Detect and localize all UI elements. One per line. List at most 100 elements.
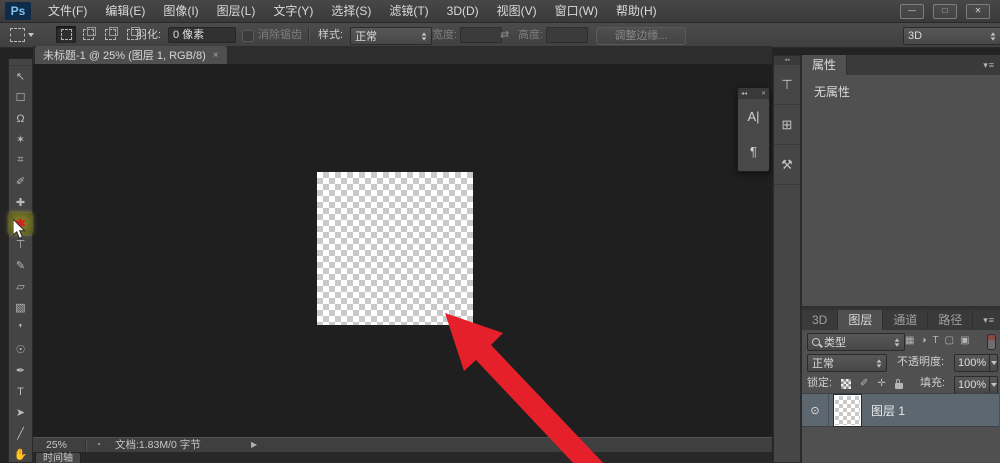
- height-input[interactable]: [546, 27, 588, 43]
- zoom-level[interactable]: 25%: [46, 438, 67, 452]
- layer-thumbnail[interactable]: [835, 395, 860, 425]
- transparent-canvas[interactable]: [317, 172, 473, 325]
- menu-image[interactable]: 图像(I): [154, 0, 207, 22]
- dropdown-icon[interactable]: [989, 377, 997, 393]
- dropdown-icon[interactable]: [989, 355, 997, 371]
- paragraph-panel-icon[interactable]: ¶: [738, 134, 769, 169]
- lasso-tool[interactable]: Ω: [9, 108, 32, 129]
- layer-filter-toggle[interactable]: [987, 334, 996, 350]
- maximize-button[interactable]: □: [933, 4, 957, 19]
- type-tool[interactable]: T: [9, 381, 32, 402]
- path-selection-tool[interactable]: ➤: [9, 402, 32, 423]
- history-brush-tool[interactable]: ✎: [9, 255, 32, 276]
- feather-input[interactable]: 0 像素: [168, 27, 236, 43]
- layer-visibility-eye-icon[interactable]: ⊙: [802, 394, 829, 426]
- style-select[interactable]: 正常: [350, 27, 432, 45]
- subtract-selection-icon: [104, 29, 116, 40]
- menu-filter[interactable]: 滤镜(T): [380, 0, 437, 22]
- menu-select[interactable]: 选择(S): [322, 0, 380, 22]
- clone-source-panel-icon[interactable]: ⊤: [774, 65, 800, 105]
- magic-wand-tool[interactable]: ✶: [9, 129, 32, 150]
- filter-pixel-layers-icon[interactable]: ▦: [905, 335, 914, 346]
- eyedropper-tool[interactable]: ✐: [9, 171, 32, 192]
- filter-adjustment-layers-icon[interactable]: ◑: [920, 335, 926, 346]
- hand-tool[interactable]: ✋: [9, 444, 32, 463]
- crop-tool[interactable]: ⌗: [9, 150, 32, 171]
- tab-channels[interactable]: 通道: [883, 310, 929, 330]
- tools-panel: ↖ ☐ Ω ✶ ⌗ ✐ ✚ ✱ ⊤ ✎ ▱ ▧ ❜ ☉ ✒ T ➤ ╱ ✋: [8, 58, 33, 463]
- collapse-panels-icon[interactable]: ◂◂: [741, 90, 747, 97]
- floating-type-panel-dock: ◂◂ ✕ A| ¶: [737, 87, 770, 172]
- dodge-icon: ☉: [15, 344, 26, 356]
- layers-panel-menu-icon[interactable]: ▾≡: [983, 310, 995, 330]
- menu-help[interactable]: 帮助(H): [607, 0, 666, 22]
- lock-pixels-icon[interactable]: ✐: [860, 378, 868, 389]
- dodge-tool[interactable]: ☉: [9, 339, 32, 360]
- pen-icon: ✒: [15, 365, 26, 377]
- width-input[interactable]: [460, 27, 502, 43]
- properties-panel-menu-icon[interactable]: ▾≡: [983, 55, 995, 75]
- blur-tool[interactable]: ❜: [9, 318, 32, 339]
- toolbar-grip[interactable]: [9, 59, 32, 66]
- filter-smart-objects-icon[interactable]: ▣: [960, 335, 969, 346]
- swap-dimensions-icon[interactable]: ⇄: [500, 23, 509, 47]
- brush-presets-panel-icon[interactable]: ⊞: [774, 105, 800, 145]
- tool-preset-dropdown-icon[interactable]: [28, 33, 34, 37]
- fill-select[interactable]: 100%: [954, 376, 998, 394]
- add-selection-icon: [82, 29, 94, 40]
- minimize-button[interactable]: —: [900, 4, 924, 19]
- menu-layer[interactable]: 图层(L): [208, 0, 265, 22]
- expand-dock-icon[interactable]: ◂◂: [774, 56, 800, 65]
- lock-transparency-icon[interactable]: [841, 378, 851, 389]
- status-expand-icon[interactable]: ▶: [251, 438, 257, 452]
- tab-properties[interactable]: 属性: [802, 55, 848, 75]
- timeline-tab[interactable]: 时间轴: [35, 452, 81, 463]
- opacity-select[interactable]: 100%: [954, 354, 998, 372]
- close-panel-icon[interactable]: ✕: [761, 90, 766, 97]
- width-label: 宽度:: [432, 29, 458, 41]
- layer-name[interactable]: 图层 1: [871, 402, 905, 419]
- document-tab[interactable]: 未标题-1 @ 25% (图层 1, RGB/8) ×: [35, 46, 227, 64]
- eraser-tool[interactable]: ▱: [9, 276, 32, 297]
- add-selection-button[interactable]: [78, 26, 98, 43]
- menu-file[interactable]: 文件(F): [39, 0, 96, 22]
- tab-close-icon[interactable]: ×: [213, 50, 219, 61]
- subtract-selection-button[interactable]: [100, 26, 120, 43]
- status-divider: [85, 439, 87, 451]
- line-tool[interactable]: ╱: [9, 423, 32, 444]
- character-panel-icon[interactable]: A|: [738, 99, 769, 134]
- workspace-value: 3D: [908, 30, 923, 42]
- lock-all-icon[interactable]: [894, 378, 903, 389]
- move-tool[interactable]: ↖: [9, 66, 32, 87]
- menu-edit[interactable]: 编辑(E): [96, 0, 154, 22]
- tab-layers[interactable]: 图层: [838, 310, 884, 330]
- menu-3d[interactable]: 3D(D): [438, 0, 488, 22]
- style-value: 正常: [355, 31, 377, 43]
- filter-shape-layers-icon[interactable]: ▢: [945, 335, 954, 346]
- filter-type-layers-icon[interactable]: T: [933, 335, 939, 346]
- spot-healing-brush-tool[interactable]: ✚: [9, 192, 32, 213]
- document-tab-bar: 未标题-1 @ 25% (图层 1, RGB/8) ×: [33, 46, 772, 64]
- menu-type[interactable]: 文字(Y): [264, 0, 322, 22]
- rectangular-marquee-tool[interactable]: ☐: [9, 87, 32, 108]
- lock-position-icon[interactable]: ✛: [877, 378, 885, 389]
- tab-3d[interactable]: 3D: [802, 310, 839, 330]
- combo-arrows-icon: [894, 337, 900, 347]
- eyedropper-icon: ✐: [15, 176, 26, 188]
- close-button[interactable]: ✕: [966, 4, 990, 19]
- layer-row-selected[interactable]: ⊙ 图层 1: [802, 393, 999, 427]
- gradient-tool[interactable]: ▧: [9, 297, 32, 318]
- pen-tool[interactable]: ✒: [9, 360, 32, 381]
- refine-edge-button[interactable]: 调整边缘...: [596, 27, 686, 45]
- antialias-checkbox[interactable]: [242, 30, 254, 42]
- menu-window[interactable]: 窗口(W): [546, 0, 607, 22]
- new-selection-button[interactable]: [56, 26, 76, 43]
- tool-preset-picker[interactable]: [10, 28, 25, 42]
- workspace-select[interactable]: 3D: [903, 27, 1000, 45]
- tool-presets-panel-icon[interactable]: ⚒: [774, 145, 800, 185]
- tab-paths[interactable]: 路径: [928, 310, 974, 330]
- blend-mode-select[interactable]: 正常: [807, 354, 887, 372]
- layer-filter-select[interactable]: 类型: [807, 333, 905, 351]
- menu-view[interactable]: 视图(V): [488, 0, 546, 22]
- scrubby-zoom-icon[interactable]: ◔: [95, 438, 101, 452]
